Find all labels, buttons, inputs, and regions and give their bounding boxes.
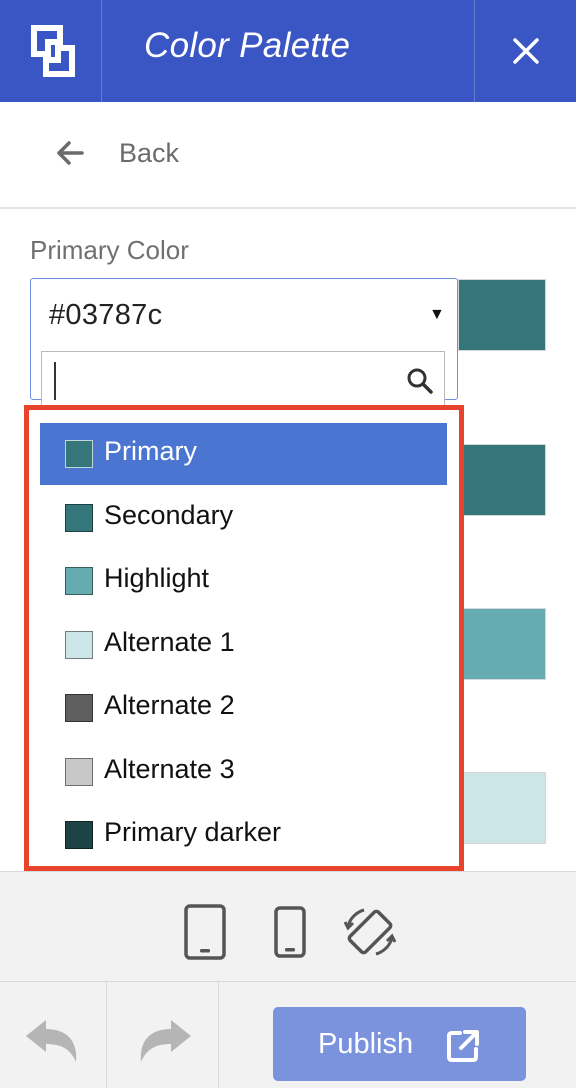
dropdown-option-alternate-1[interactable]: Alternate 1 bbox=[40, 614, 447, 676]
color-dropdown-list: Primary Secondary Highlight Alternate 1 Alte… bbox=[24, 405, 464, 871]
option-color-swatch bbox=[65, 694, 93, 722]
text-caret bbox=[54, 362, 56, 400]
option-label: Alternate 3 bbox=[104, 753, 235, 784]
color-swatch[interactable] bbox=[458, 608, 546, 680]
primary-color-select[interactable]: #03787c ▼ bbox=[30, 278, 458, 411]
option-color-swatch bbox=[65, 630, 93, 659]
undo-button[interactable] bbox=[0, 982, 107, 1088]
search-input[interactable] bbox=[41, 351, 445, 411]
search-icon bbox=[407, 368, 433, 394]
close-icon bbox=[513, 38, 539, 64]
color-swatch[interactable] bbox=[458, 772, 546, 844]
option-color-swatch bbox=[65, 567, 93, 595]
option-label: Highlight bbox=[104, 563, 210, 593]
dropdown-option-highlight[interactable]: Highlight bbox=[40, 550, 447, 612]
brand-logo-icon bbox=[31, 25, 75, 77]
color-swatch[interactable] bbox=[458, 444, 546, 516]
option-label: Primary bbox=[104, 436, 197, 466]
primary-color-label: Primary Color bbox=[30, 235, 189, 265]
logo-button[interactable] bbox=[0, 0, 102, 102]
app-header: Color Palette bbox=[0, 0, 576, 102]
dropdown-option-alternate-3[interactable]: Alternate 3 bbox=[40, 741, 447, 803]
dropdown-option-alternate-2[interactable]: Alternate 2 bbox=[40, 677, 447, 739]
redo-icon bbox=[140, 1020, 191, 1062]
arrow-left-icon[interactable] bbox=[56, 140, 84, 166]
dropdown-option-primary-darker[interactable]: Primary darker bbox=[40, 804, 447, 866]
chevron-down-icon: ▼ bbox=[429, 306, 445, 323]
external-link-icon bbox=[447, 1030, 479, 1062]
publish-button[interactable]: Publish bbox=[273, 1007, 526, 1081]
footer-toolbar: Publish bbox=[0, 982, 576, 1088]
redo-button[interactable] bbox=[107, 982, 219, 1088]
rotate-icon[interactable] bbox=[342, 904, 398, 960]
option-label: Alternate 2 bbox=[104, 690, 235, 720]
device-preview-bar bbox=[0, 871, 576, 982]
back-row: Back bbox=[0, 102, 576, 209]
dropdown-option-secondary[interactable]: Secondary bbox=[40, 487, 447, 549]
option-color-swatch bbox=[65, 503, 93, 532]
tablet-icon[interactable] bbox=[184, 904, 226, 960]
dropdown-option-primary[interactable]: Primary bbox=[40, 423, 447, 485]
undo-icon bbox=[26, 1020, 77, 1062]
select-value: #03787c bbox=[49, 299, 163, 331]
option-color-swatch bbox=[65, 821, 93, 849]
option-label: Alternate 1 bbox=[104, 626, 235, 657]
phone-icon[interactable] bbox=[274, 906, 306, 958]
color-swatch[interactable] bbox=[458, 279, 546, 351]
option-color-swatch bbox=[65, 757, 93, 786]
option-label: Primary darker bbox=[104, 817, 282, 847]
back-button[interactable]: Back bbox=[119, 138, 179, 169]
publish-label: Publish bbox=[318, 1028, 414, 1060]
page-title: Color Palette bbox=[144, 26, 351, 65]
option-color-swatch bbox=[65, 440, 93, 468]
close-button[interactable] bbox=[474, 0, 576, 102]
option-label: Secondary bbox=[104, 499, 234, 530]
